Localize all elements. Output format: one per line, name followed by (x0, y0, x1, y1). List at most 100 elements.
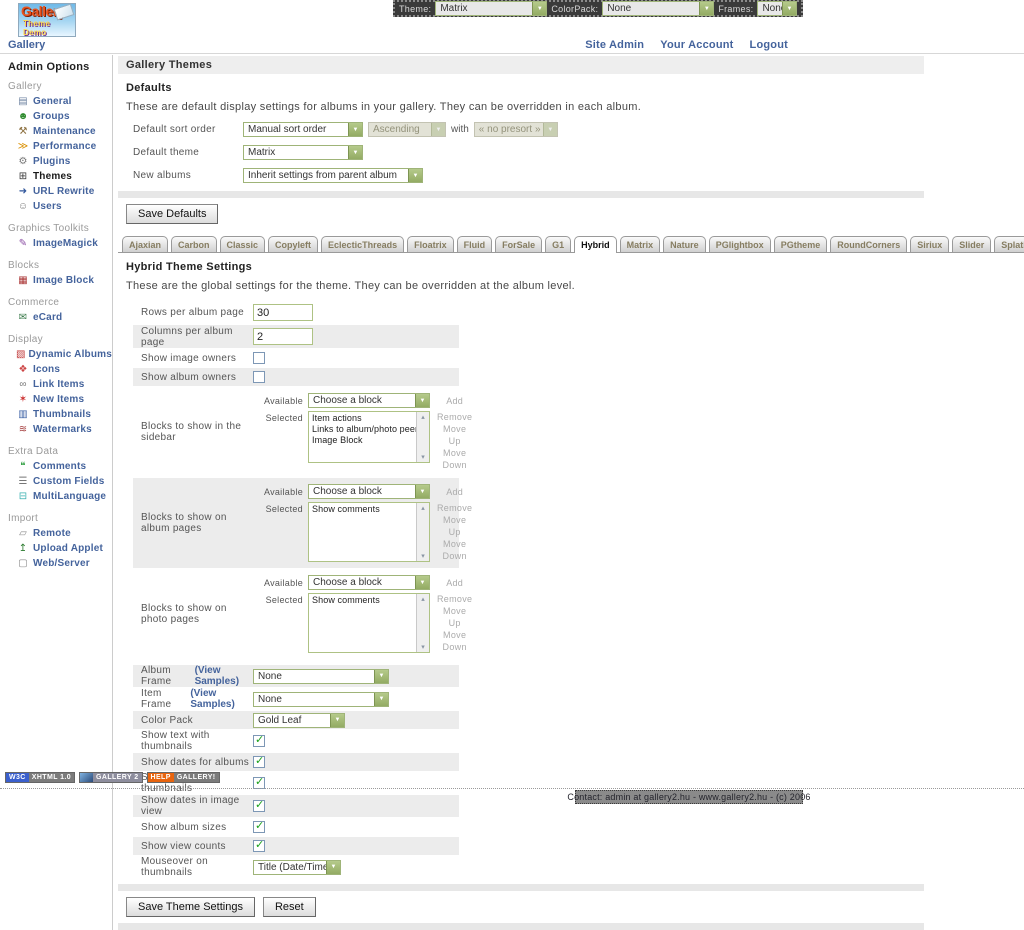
display-option-checkbox[interactable] (253, 756, 265, 768)
theme-tab[interactable]: EclecticThreads (321, 236, 404, 252)
theme-tab[interactable]: Fluid (457, 236, 493, 252)
theme-tab[interactable]: Floatrix (407, 236, 454, 252)
remove-block-link[interactable]: Remove (437, 593, 472, 605)
header-link[interactable]: Logout (750, 39, 788, 51)
listbox-scrollbar[interactable]: ▴▾ (416, 594, 429, 652)
move-down-link[interactable]: Move Down (437, 538, 472, 562)
album-frame-select[interactable]: None ▼ (253, 669, 389, 684)
sidebar-item[interactable]: ∞ Link Items (0, 377, 112, 392)
theme-tab[interactable]: Matrix (620, 236, 661, 252)
selected-blocks-listbox[interactable]: Show comments ▴▾ (308, 502, 430, 562)
sidebar-item[interactable]: ⊟ MultiLanguage (0, 489, 112, 504)
sidebar-item[interactable]: ❝ Comments (0, 459, 112, 474)
display-option-checkbox[interactable] (253, 840, 265, 852)
sidebar-item[interactable]: ▤ General (0, 94, 112, 109)
move-up-link[interactable]: Move Up (437, 514, 472, 538)
header-link[interactable]: Your Account (660, 39, 733, 51)
sidebar-item[interactable]: ≋ Watermarks (0, 422, 112, 437)
header-link[interactable]: Site Admin (585, 39, 644, 51)
album-frame-samples-link[interactable]: (View Samples) (195, 665, 253, 687)
listbox-item[interactable]: Show comments (312, 595, 416, 606)
display-option-checkbox[interactable] (253, 821, 265, 833)
sidebar-item[interactable]: ▥ Thumbnails (0, 407, 112, 422)
listbox-item[interactable]: Image Block (312, 435, 416, 446)
theme-tab[interactable]: Carbon (171, 236, 217, 252)
gallery-logo[interactable]: Gallery Theme Demo (18, 3, 76, 37)
theme-tab[interactable]: RoundCorners (830, 236, 907, 252)
scroll-down-icon[interactable]: ▾ (421, 552, 425, 560)
listbox-item[interactable]: Item actions (312, 413, 416, 424)
add-block-link[interactable]: Add (437, 578, 472, 588)
mouseover-select[interactable]: Title (Date/Time) ▼ (253, 860, 341, 875)
item-frame-samples-link[interactable]: (View Samples) (190, 688, 253, 710)
theme-tab[interactable]: ForSale (495, 236, 542, 252)
theme-tab[interactable]: Siriux (910, 236, 949, 252)
listbox-item[interactable]: Links to album/photo peers (312, 424, 416, 435)
available-block-select[interactable]: Choose a block ▼ (308, 484, 430, 499)
sidebar-item[interactable]: ▱ Remote (0, 526, 112, 541)
theme-tab[interactable]: Hybrid (574, 236, 617, 252)
save-defaults-button[interactable]: Save Defaults (126, 204, 218, 224)
scroll-down-icon[interactable]: ▾ (421, 643, 425, 651)
selected-blocks-listbox[interactable]: Item actions Links to album/photo peers … (308, 411, 430, 463)
sidebar-item[interactable]: ☰ Custom Fields (0, 474, 112, 489)
remove-block-link[interactable]: Remove (437, 502, 472, 514)
sidebar-item[interactable]: ⊞ Themes (0, 169, 112, 184)
help-gallery-badge[interactable]: HELP GALLERY! (147, 772, 220, 783)
show-image-owners-checkbox[interactable] (253, 352, 265, 364)
sidebar-item[interactable]: ⚒ Maintenance (0, 124, 112, 139)
default-sort-order-select[interactable]: Manual sort order ▼ (243, 122, 363, 137)
sidebar-item[interactable]: ☺ Users (0, 199, 112, 214)
rows-per-page-input[interactable] (253, 304, 313, 321)
save-theme-settings-button[interactable]: Save Theme Settings (126, 897, 255, 917)
theme-tab[interactable]: G1 (545, 236, 571, 252)
theme-tab[interactable]: Splatbang (994, 236, 1024, 252)
add-block-link[interactable]: Add (437, 487, 472, 497)
reset-button[interactable]: Reset (263, 897, 316, 917)
theme-select[interactable]: Matrix ▼ (435, 1, 547, 16)
add-block-link[interactable]: Add (437, 396, 472, 406)
scroll-down-icon[interactable]: ▾ (421, 453, 425, 461)
listbox-item[interactable]: Show comments (312, 504, 416, 515)
scroll-up-icon[interactable]: ▴ (421, 504, 425, 512)
theme-tab[interactable]: PGtheme (774, 236, 828, 252)
available-block-select[interactable]: Choose a block ▼ (308, 393, 430, 408)
gallery2-badge[interactable]: GALLERY 2 (79, 772, 143, 783)
color-pack-select[interactable]: Gold Leaf ▼ (253, 713, 345, 728)
move-down-link[interactable]: Move Down (437, 447, 472, 471)
sidebar-item[interactable]: ▢ Web/Server (0, 556, 112, 571)
available-block-select[interactable]: Choose a block ▼ (308, 575, 430, 590)
sidebar-item[interactable]: ↥ Upload Applet (0, 541, 112, 556)
move-down-link[interactable]: Move Down (437, 629, 472, 653)
sidebar-item[interactable]: ≫ Performance (0, 139, 112, 154)
columns-per-page-input[interactable] (253, 328, 313, 345)
colorpack-select[interactable]: None ▼ (602, 1, 714, 16)
theme-tab[interactable]: Classic (220, 236, 266, 252)
theme-tab[interactable]: Copyleft (268, 236, 318, 252)
sidebar-item[interactable]: ✉ eCard (0, 310, 112, 325)
selected-blocks-listbox[interactable]: Show comments ▴▾ (308, 593, 430, 653)
w3c-xhtml-badge[interactable]: W3C XHTML 1.0 (5, 772, 75, 783)
breadcrumb-gallery[interactable]: Gallery (8, 39, 45, 51)
display-option-checkbox[interactable] (253, 735, 265, 747)
item-frame-select[interactable]: None ▼ (253, 692, 389, 707)
scroll-up-icon[interactable]: ▴ (421, 413, 425, 421)
scroll-up-icon[interactable]: ▴ (421, 595, 425, 603)
move-up-link[interactable]: Move Up (437, 423, 472, 447)
sidebar-item[interactable]: ✶ New Items (0, 392, 112, 407)
theme-tab[interactable]: Nature (663, 236, 706, 252)
display-option-checkbox[interactable] (253, 800, 265, 812)
listbox-scrollbar[interactable]: ▴▾ (416, 503, 429, 561)
theme-tab[interactable]: PGlightbox (709, 236, 771, 252)
show-album-owners-checkbox[interactable] (253, 371, 265, 383)
sidebar-item[interactable]: ✎ ImageMagick (0, 236, 112, 251)
sidebar-item[interactable]: ➜ URL Rewrite (0, 184, 112, 199)
new-albums-select[interactable]: Inherit settings from parent album ▼ (243, 168, 423, 183)
sidebar-item[interactable]: ☻ Groups (0, 109, 112, 124)
sidebar-item[interactable]: ❖ Icons (0, 362, 112, 377)
default-theme-select[interactable]: Matrix ▼ (243, 145, 363, 160)
sidebar-item[interactable]: ▦ Image Block (0, 273, 112, 288)
sidebar-item[interactable]: ⚙ Plugins (0, 154, 112, 169)
theme-tab[interactable]: Slider (952, 236, 991, 252)
frames-select[interactable]: None ▼ (757, 1, 797, 16)
